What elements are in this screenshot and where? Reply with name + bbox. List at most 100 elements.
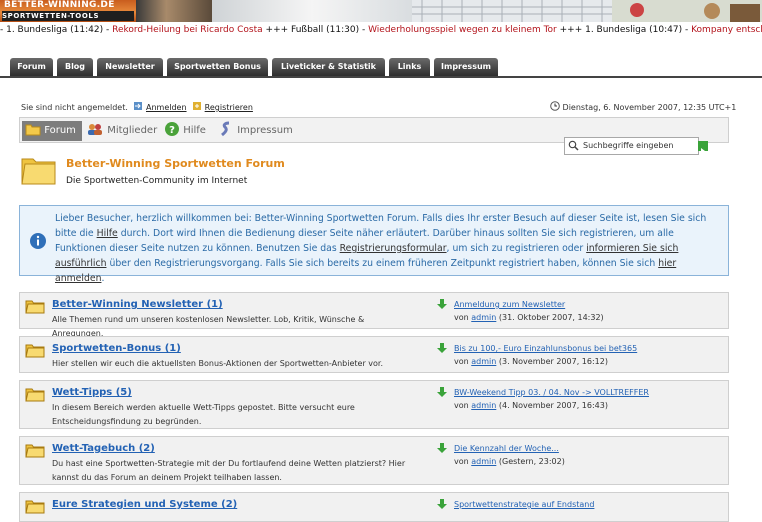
author-link[interactable]: admin: [471, 313, 496, 322]
nav-tab-newsletter[interactable]: Newsletter: [97, 58, 163, 76]
date-display: Dienstag, 6. November 2007, 12:35 UTC+1: [550, 101, 736, 112]
search-input[interactable]: Suchbegriffe eingeben: [564, 137, 699, 155]
logo-line2: SPORTWETTEN-TOOLS: [2, 11, 134, 21]
welcome-notice: Lieber Besucher, herzlich willkommen bei…: [19, 205, 729, 284]
not-logged-in-text: Sie sind nicht angemeldet.: [21, 103, 128, 112]
last-post-arrow-icon[interactable]: [436, 386, 448, 398]
author-link[interactable]: admin: [471, 357, 496, 366]
last-post-link[interactable]: Anmeldung zum Newsletter: [454, 300, 565, 309]
forum-description: Hier stellen wir euch die aktuellsten Bo…: [52, 359, 384, 368]
last-post-arrow-icon[interactable]: [436, 342, 448, 354]
svg-text:?: ?: [169, 125, 175, 136]
last-post-link[interactable]: Bis zu 100,- Euro Einzahlunsbonus bei be…: [454, 344, 637, 353]
folder-icon: [25, 300, 45, 314]
site-header: BETTER-WINNING.DE SPORTWETTEN-TOOLS: [0, 0, 762, 22]
login-status: Sie sind nicht angemeldet. Anmelden Regi…: [21, 101, 253, 112]
last-post-meta: von admin (3. November 2007, 16:12): [454, 357, 608, 366]
help-icon: ?: [165, 122, 179, 136]
notice-link[interactable]: Registrierungsformular: [340, 243, 447, 254]
ticker-segment: +++ 1. Bundesliga (10:47) -: [556, 25, 692, 35]
forum-title-link[interactable]: Wett-Tipps (5): [52, 387, 132, 398]
by-label: von: [454, 313, 469, 322]
forum-row: Wett-Tipps (5) In diesem Bereich werden a…: [19, 380, 729, 429]
folder-icon: [25, 444, 45, 458]
notice-text-segment: , um sich zu registrieren oder: [446, 243, 587, 254]
ticker-segment: +++ Fußball (11:30) -: [262, 25, 369, 35]
forum-title-link[interactable]: Eure Strategien und Systeme (2): [52, 499, 237, 510]
last-post-meta: von admin (4. November 2007, 16:43): [454, 401, 608, 410]
nav-tab-liveticker[interactable]: Liveticker & Statistik: [272, 58, 385, 76]
last-post-date: (3. November 2007, 16:12): [498, 357, 608, 366]
last-post-date: (31. Oktober 2007, 14:32): [498, 313, 604, 322]
logo-line1: BETTER-WINNING.DE: [4, 0, 115, 10]
last-post-link[interactable]: BW-Weekend Tipp 03. / 04. Nov -> VOLLTRE…: [454, 388, 649, 397]
last-post-arrow-icon[interactable]: [436, 298, 448, 310]
search-submit-button[interactable]: [698, 141, 708, 154]
author-link[interactable]: admin: [471, 401, 496, 410]
notice-link[interactable]: Hilfe: [97, 228, 118, 239]
toolbar-help[interactable]: ? Hilfe: [164, 121, 214, 141]
folder-icon: [25, 388, 45, 402]
main-nav: Forum Blog Newsletter Sportwetten Bonus …: [0, 57, 762, 78]
last-post-arrow-icon[interactable]: [436, 442, 448, 454]
impressum-icon: [221, 121, 230, 137]
last-post-meta: von admin (Gestern, 23:02): [454, 457, 565, 466]
news-ticker[interactable]: - 1. Bundesliga (11:42) - Rekord-Heilung…: [0, 25, 762, 39]
last-post-arrow-icon[interactable]: [436, 498, 448, 510]
ticker-segment: - 1. Bundesliga (11:42) -: [0, 25, 113, 35]
forum-description: In diesem Bereich werden aktuelle Wett-T…: [52, 403, 355, 426]
login-icon: [134, 102, 143, 110]
folder-icon: [25, 500, 45, 514]
search-icon: [568, 140, 579, 151]
forum-title-link[interactable]: Sportwetten-Bonus (1): [52, 343, 181, 354]
clock-icon: [550, 101, 560, 111]
nav-divider: [0, 76, 762, 78]
page-subtitle: Die Sportwetten-Community im Internet: [66, 176, 248, 186]
last-post-meta: von admin (31. Oktober 2007, 14:32): [454, 313, 604, 322]
nav-tab-blog[interactable]: Blog: [57, 58, 93, 76]
toolbar-forum[interactable]: Forum: [22, 121, 82, 141]
ticker-segment[interactable]: Rekord-Heilung bei Ricardo Costa: [112, 25, 263, 35]
by-label: von: [454, 401, 469, 410]
welcome-text: Lieber Besucher, herzlich willkommen bei…: [55, 211, 720, 286]
site-logo[interactable]: BETTER-WINNING.DE SPORTWETTEN-TOOLS: [0, 0, 136, 22]
last-post-link[interactable]: Die Kennzahl der Woche...: [454, 444, 559, 453]
header-photo: [136, 0, 212, 22]
info-icon: [30, 233, 46, 249]
search-placeholder: Suchbegriffe eingeben: [583, 141, 674, 150]
notice-text-segment: über den Registrierungsvorgang. Falls Si…: [106, 258, 659, 269]
forum-row: Better-Winning Newsletter (1) Alle Themen…: [19, 292, 729, 338]
last-post-date: (Gestern, 23:02): [498, 457, 565, 466]
forum-title-link[interactable]: Wett-Tagebuch (2): [52, 443, 155, 454]
toolbar-members-label: Mitglieder: [107, 125, 158, 136]
arrow-right-icon: [701, 148, 705, 154]
nav-tab-links[interactable]: Links: [389, 58, 430, 76]
current-datetime: Dienstag, 6. November 2007, 12:35 UTC+1: [562, 103, 737, 112]
header-photo: [212, 0, 412, 22]
ticker-segment[interactable]: Kompany entscheidet: [691, 25, 762, 35]
forum-row: Sportwetten-Bonus (1) Hier stellen wir eu…: [19, 336, 729, 373]
nav-tab-forum[interactable]: Forum: [10, 58, 53, 76]
nav-tab-sportwetten-bonus[interactable]: Sportwetten Bonus: [167, 58, 268, 76]
folder-icon: [25, 124, 41, 136]
author-link[interactable]: admin: [471, 457, 496, 466]
last-post-date: (4. November 2007, 16:43): [498, 401, 608, 410]
header-photo-stadium: [412, 0, 762, 22]
forum-row: Wett-Tagebuch (2) Du hast eine Sportwette…: [19, 436, 729, 485]
notice-text-segment: .: [101, 273, 105, 284]
toolbar-members[interactable]: Mitglieder: [86, 121, 160, 141]
register-icon: [193, 102, 202, 110]
toolbar-impressum-label: Impressum: [237, 125, 293, 136]
page-title: Better-Winning Sportwetten Forum: [66, 157, 285, 170]
large-folder-icon: [21, 158, 56, 185]
forum-title-link[interactable]: Better-Winning Newsletter (1): [52, 299, 223, 310]
toolbar-impressum[interactable]: Impressum: [218, 121, 294, 141]
ticker-segment[interactable]: Wiederholungsspiel wegen zu kleinem Tor: [368, 25, 557, 35]
register-link[interactable]: Registrieren: [205, 103, 253, 112]
forum-description: Du hast eine Sportwetten-Strategie mit d…: [52, 459, 406, 482]
nav-tab-impressum[interactable]: Impressum: [434, 58, 498, 76]
forum-row: Eure Strategien und Systeme (2) Sportwett…: [19, 492, 729, 522]
login-link[interactable]: Anmelden: [146, 103, 187, 112]
toolbar-help-label: Hilfe: [183, 125, 206, 136]
members-icon: [88, 124, 102, 135]
